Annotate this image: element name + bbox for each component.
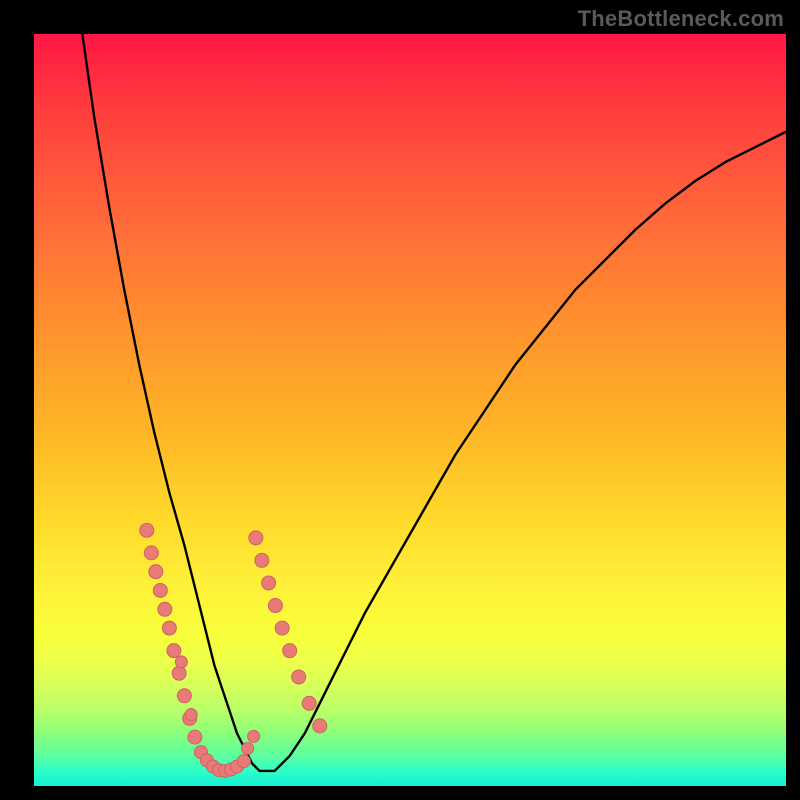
data-marker	[237, 755, 250, 768]
data-marker	[149, 565, 163, 579]
data-marker	[158, 602, 172, 616]
data-marker	[177, 689, 191, 703]
data-marker	[292, 670, 306, 684]
data-marker	[172, 666, 186, 680]
data-marker	[249, 531, 263, 545]
data-marker	[302, 696, 316, 710]
data-marker	[313, 719, 327, 733]
data-marker	[275, 621, 289, 635]
data-marker	[144, 546, 158, 560]
data-marker	[255, 553, 269, 567]
curve-layer	[34, 34, 786, 786]
data-marker	[242, 742, 254, 754]
data-marker	[167, 644, 181, 658]
data-marker	[283, 644, 297, 658]
data-marker	[162, 621, 176, 635]
data-marker	[175, 656, 187, 668]
data-marker	[153, 583, 167, 597]
data-marker	[248, 730, 260, 742]
chart-frame: TheBottleneck.com	[0, 0, 800, 800]
marker-group	[140, 523, 327, 777]
data-marker	[140, 523, 154, 537]
data-marker	[188, 730, 202, 744]
bottleneck-curve	[34, 0, 786, 771]
data-marker	[185, 709, 197, 721]
data-marker	[262, 576, 276, 590]
data-marker	[268, 599, 282, 613]
watermark-text: TheBottleneck.com	[578, 6, 784, 32]
plot-area	[34, 34, 786, 786]
